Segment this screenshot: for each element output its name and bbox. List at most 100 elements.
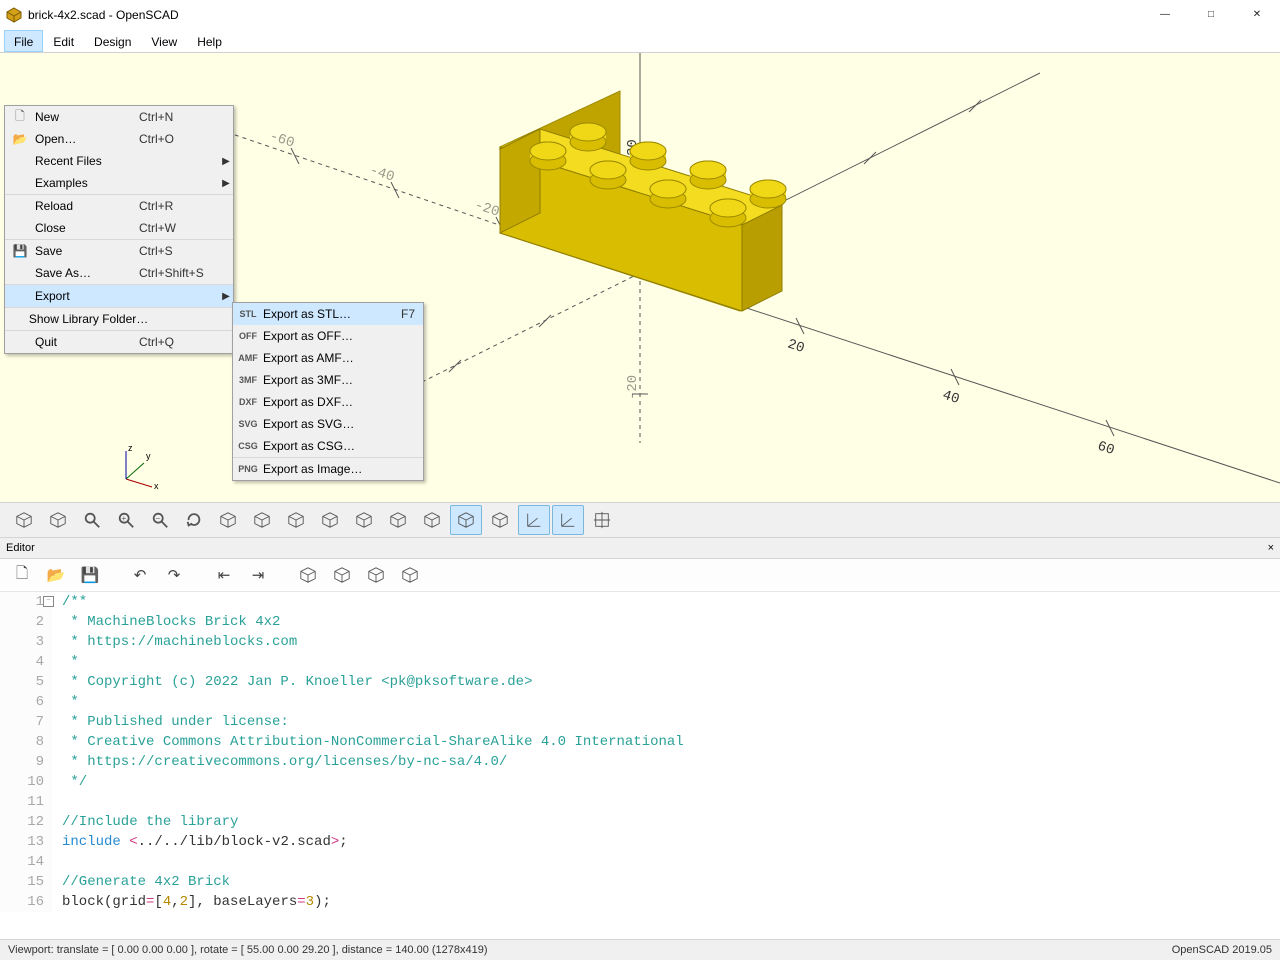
show-axes-icon[interactable] — [518, 505, 550, 535]
minimize-button[interactable]: — — [1142, 0, 1188, 29]
close-button[interactable]: ✕ — [1234, 0, 1280, 29]
zoom-in-icon[interactable]: + — [110, 505, 142, 535]
open-file-icon[interactable]: 📂 — [42, 561, 70, 589]
bottom-icon[interactable] — [416, 505, 448, 535]
undo-icon[interactable]: ↶ — [126, 561, 154, 589]
export-menu-item[interactable]: OFFExport as OFF… — [233, 325, 423, 347]
export-menu-item[interactable]: STLExport as STL…F7 — [233, 303, 423, 325]
code-line[interactable]: 4 * — [0, 652, 1280, 672]
line-number: 14 — [0, 852, 52, 872]
file-menu-item[interactable]: 🗋NewCtrl+N — [5, 106, 233, 128]
export-stl-icon[interactable] — [362, 561, 390, 589]
file-menu-item[interactable]: 📂Open…Ctrl+O — [5, 128, 233, 150]
code-line[interactable]: 1−/** — [0, 592, 1280, 612]
crosshair-icon[interactable] — [586, 505, 618, 535]
code-line[interactable]: 10 */ — [0, 772, 1280, 792]
menu-item-shortcut: Ctrl+S — [139, 244, 219, 258]
perspective-icon[interactable] — [450, 505, 482, 535]
export-menu-item[interactable]: CSGExport as CSG… — [233, 435, 423, 458]
code-line[interactable]: 5 * Copyright (c) 2022 Jan P. Knoeller <… — [0, 672, 1280, 692]
zoom-fit-icon[interactable] — [76, 505, 108, 535]
top-icon[interactable] — [382, 505, 414, 535]
code-text: * Creative Commons Attribution-NonCommer… — [52, 732, 684, 752]
front-icon[interactable] — [246, 505, 278, 535]
export-menu-item[interactable]: SVGExport as SVG… — [233, 413, 423, 435]
menu-edit[interactable]: Edit — [43, 30, 84, 52]
show-scale-icon[interactable] — [552, 505, 584, 535]
code-line[interactable]: 12//Include the library — [0, 812, 1280, 832]
export-menu-item[interactable]: DXFExport as DXF… — [233, 391, 423, 413]
redo-icon[interactable]: ↷ — [160, 561, 188, 589]
menu-design[interactable]: Design — [84, 30, 141, 52]
file-menu-item[interactable]: CloseCtrl+W — [5, 217, 233, 240]
axes-icon[interactable] — [42, 505, 74, 535]
right-icon[interactable] — [348, 505, 380, 535]
file-menu-item[interactable]: Recent Files▶ — [5, 150, 233, 172]
code-text: //Include the library — [52, 812, 238, 832]
zoom-out-icon[interactable]: − — [144, 505, 176, 535]
file-menu-dropdown: 🗋NewCtrl+N📂Open…Ctrl+ORecent Files▶Examp… — [4, 105, 234, 354]
menu-item-label: Export as OFF… — [263, 329, 381, 343]
code-line[interactable]: 6 * — [0, 692, 1280, 712]
code-line[interactable]: 14 — [0, 852, 1280, 872]
line-number: 2 — [0, 612, 52, 632]
menu-item-label: Open… — [35, 132, 139, 146]
file-menu-item[interactable]: QuitCtrl+Q — [5, 331, 233, 353]
menu-item-icon: 📂 — [5, 132, 35, 146]
line-number: 15 — [0, 872, 52, 892]
code-line[interactable]: 8 * Creative Commons Attribution-NonComm… — [0, 732, 1280, 752]
file-menu-item[interactable]: ReloadCtrl+R — [5, 195, 233, 217]
file-menu-item[interactable]: Examples▶ — [5, 172, 233, 195]
code-line[interactable]: 15//Generate 4x2 Brick — [0, 872, 1280, 892]
ortho-icon[interactable] — [484, 505, 516, 535]
code-editor[interactable]: 1−/**2 * MachineBlocks Brick 4x23 * http… — [0, 592, 1280, 960]
code-line[interactable]: 2 * MachineBlocks Brick 4x2 — [0, 612, 1280, 632]
editor-close-button[interactable]: × — [1268, 542, 1274, 554]
file-menu-item[interactable]: Show Library Folder… — [5, 308, 233, 331]
menu-item-label: Close — [35, 221, 139, 235]
indent-icon[interactable]: ⇥ — [244, 561, 272, 589]
menu-file[interactable]: File — [4, 30, 43, 52]
file-menu-item[interactable]: Save As…Ctrl+Shift+S — [5, 262, 233, 285]
preview-icon[interactable] — [294, 561, 322, 589]
export-menu-item[interactable]: AMFExport as AMF… — [233, 347, 423, 369]
editor-title: Editor — [6, 542, 35, 554]
code-line[interactable]: 11 — [0, 792, 1280, 812]
code-line[interactable]: 16block(grid=[4,2], baseLayers=3); — [0, 892, 1280, 912]
render-icon[interactable] — [328, 561, 356, 589]
code-line[interactable]: 3 * https://machineblocks.com — [0, 632, 1280, 652]
view-all-icon[interactable] — [212, 505, 244, 535]
titlebar: brick-4x2.scad - OpenSCAD — □ ✕ — [0, 0, 1280, 30]
export-format-icon: PNG — [233, 464, 263, 474]
menu-item-shortcut: Ctrl+Q — [139, 335, 219, 349]
code-text: * — [52, 692, 79, 712]
export-format-icon: AMF — [233, 353, 263, 363]
send-to-printer-icon[interactable] — [396, 561, 424, 589]
file-menu-item[interactable]: 💾SaveCtrl+S — [5, 240, 233, 262]
export-format-icon: STL — [233, 309, 263, 319]
unindent-icon[interactable]: ⇤ — [210, 561, 238, 589]
menu-item-label: Quit — [35, 335, 139, 349]
maximize-button[interactable]: □ — [1188, 0, 1234, 29]
menu-help[interactable]: Help — [187, 30, 232, 52]
line-number: 13 — [0, 832, 52, 852]
menu-item-label: Reload — [35, 199, 139, 213]
export-menu-item[interactable]: PNGExport as Image… — [233, 458, 423, 480]
menu-item-label: Export — [35, 289, 139, 303]
file-menu-item[interactable]: Export▶ — [5, 285, 233, 308]
back-icon[interactable] — [280, 505, 312, 535]
viewport-3d[interactable]: 20 40 60 -20 -40 -60 20 -20 — [0, 53, 1280, 502]
code-line[interactable]: 13include <../../lib/block-v2.scad>; — [0, 832, 1280, 852]
export-menu-item[interactable]: 3MFExport as 3MF… — [233, 369, 423, 391]
code-line[interactable]: 9 * https://creativecommons.org/licenses… — [0, 752, 1280, 772]
left-icon[interactable] — [314, 505, 346, 535]
fold-toggle-icon[interactable]: − — [43, 596, 54, 607]
code-line[interactable]: 7 * Published under license: — [0, 712, 1280, 732]
menu-view[interactable]: View — [141, 30, 187, 52]
save-file-icon[interactable]: 💾 — [76, 561, 104, 589]
new-file-icon[interactable]: 🗋 — [8, 561, 36, 589]
code-text — [52, 792, 62, 812]
reset-view-icon[interactable] — [178, 505, 210, 535]
preview-icon[interactable] — [8, 505, 40, 535]
viewport-toolbar: +− — [0, 502, 1280, 538]
